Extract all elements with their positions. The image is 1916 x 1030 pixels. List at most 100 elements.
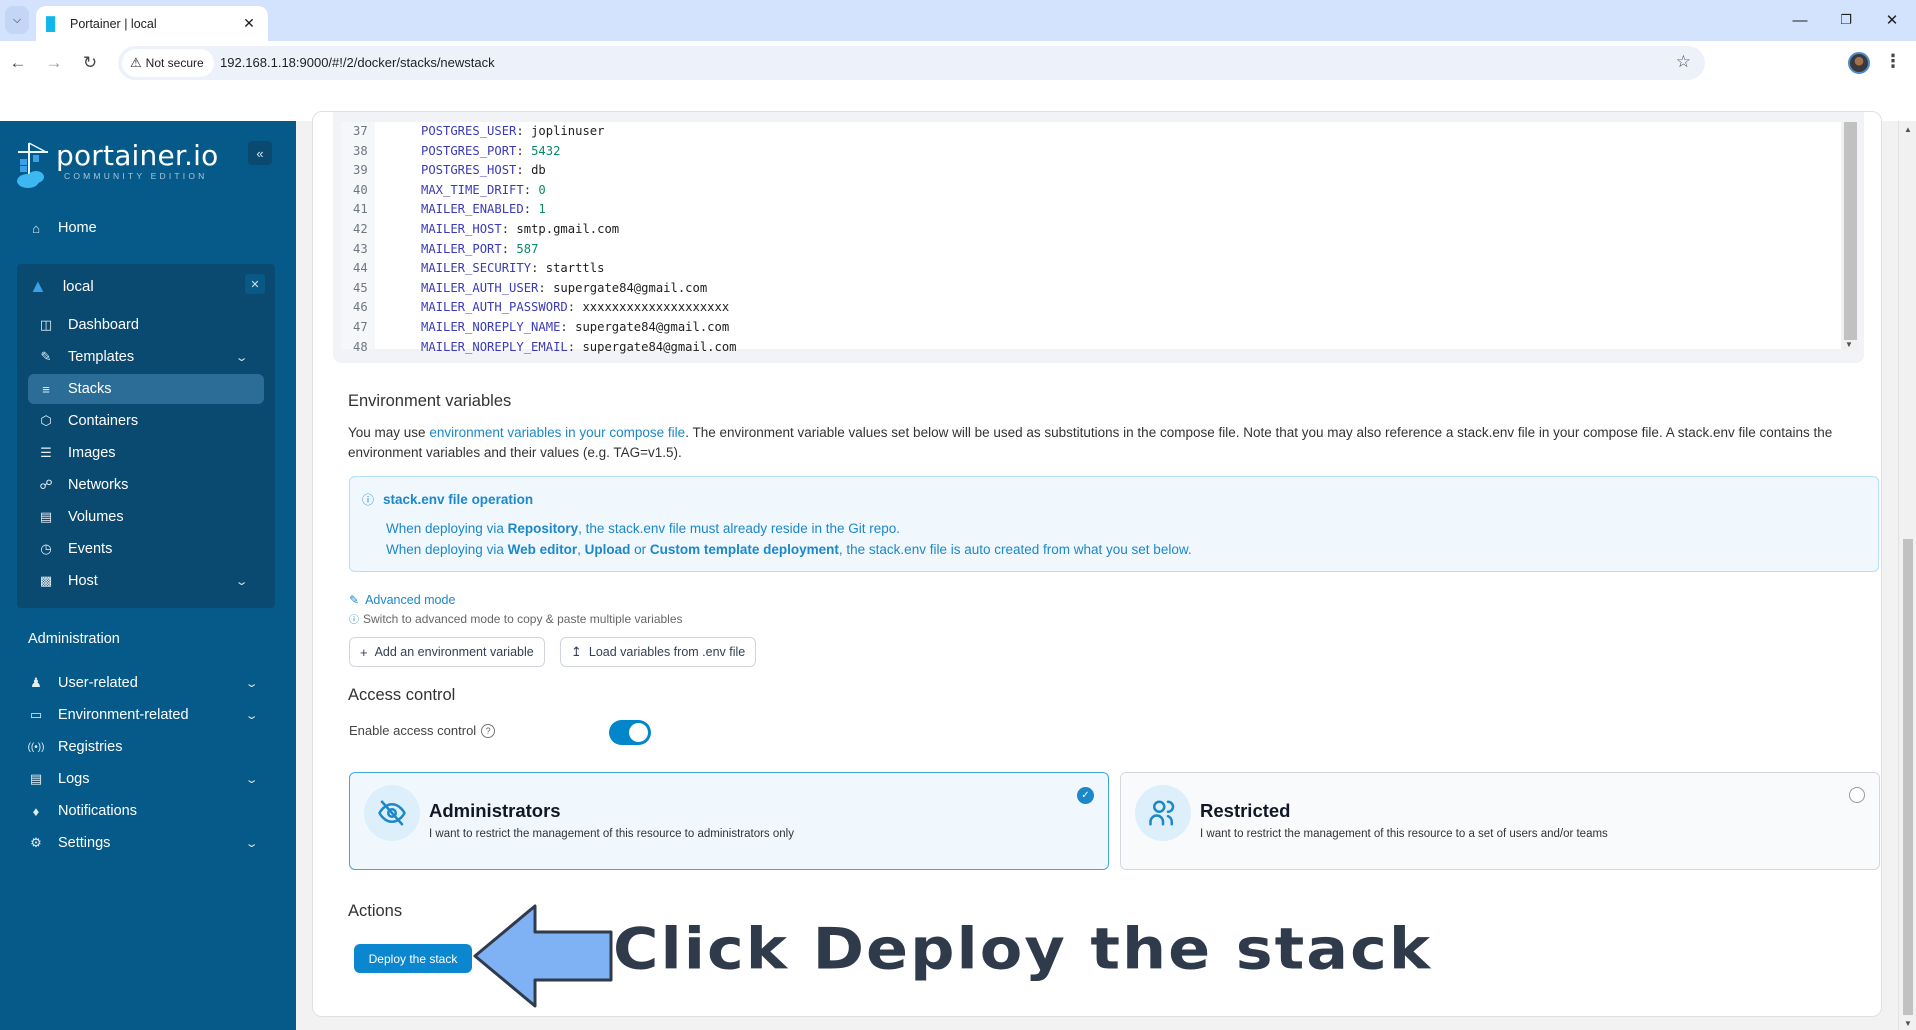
file-icon: ▤ xyxy=(29,771,43,786)
site-info-button[interactable]: ⚠ Not secure xyxy=(122,49,214,77)
add-env-variable-button[interactable]: + Add an environment variable xyxy=(349,637,545,667)
info-text: or xyxy=(630,542,650,557)
reload-button[interactable]: ↻ xyxy=(78,51,102,75)
advanced-mode-link[interactable]: ✎ Advanced mode xyxy=(349,593,455,607)
bookmark-star-icon[interactable]: ☆ xyxy=(1676,52,1691,72)
portainer-logo[interactable]: portainer.io COMMUNITY EDITION xyxy=(16,141,218,189)
scroll-down-arrow-icon[interactable]: ▼ xyxy=(1845,340,1853,349)
sidebar-item-networks[interactable]: ☍ Networks xyxy=(28,470,264,500)
sidebar-item-host[interactable]: ▩ Host ⌄ xyxy=(28,566,264,596)
code-line[interactable]: 42 MAILER_HOST: smtp.gmail.com xyxy=(341,220,619,240)
editor-scrollbar-thumb[interactable] xyxy=(1844,122,1857,340)
radio-button[interactable] xyxy=(1849,787,1865,803)
access-control-toggle[interactable] xyxy=(609,720,651,745)
browser-menu-icon[interactable]: ⋮ xyxy=(1884,51,1902,72)
url-text[interactable]: 192.168.1.18:9000/#!/2/docker/stacks/new… xyxy=(220,55,495,70)
edit-icon: ✎ xyxy=(349,593,360,607)
collapse-sidebar-button[interactable]: « xyxy=(248,141,272,165)
browser-tab-bar: ⌵ █ Portainer | local ✕ — ❐ ✕ xyxy=(0,0,1916,41)
sidebar-item-notifications[interactable]: ♦ Notifications xyxy=(28,799,264,823)
access-control-heading: Access control xyxy=(348,686,456,704)
code-line[interactable]: 40 MAX_TIME_DRIFT: 0 xyxy=(341,181,546,201)
browser-toolbar: ← → ↻ ⚠ Not secure 192.168.1.18:9000/#!/… xyxy=(0,41,1916,85)
code-line[interactable]: 46 MAILER_AUTH_PASSWORD: xxxxxxxxxxxxxxxx… xyxy=(341,298,729,318)
sidebar-item-settings[interactable]: ⚙ Settings ⌄ xyxy=(28,831,264,855)
chevron-down-icon[interactable]: ⌄ xyxy=(244,837,258,850)
tab-search-button[interactable]: ⌵ xyxy=(5,6,29,34)
access-option-administrators[interactable]: Administrators I want to restrict the ma… xyxy=(349,772,1109,870)
close-window-button[interactable]: ✕ xyxy=(1872,8,1912,32)
sidebar-item-volumes[interactable]: ▤ Volumes xyxy=(28,502,264,532)
sidebar-item-user-related[interactable]: ♟ User-related ⌄ xyxy=(28,671,264,695)
deploy-stack-button[interactable]: Deploy the stack xyxy=(354,944,472,973)
back-button[interactable]: ← xyxy=(6,51,30,75)
host-icon: ▩ xyxy=(39,573,53,588)
info-text: When deploying via xyxy=(386,521,508,536)
clear-environment-button[interactable]: ✕ xyxy=(245,274,265,294)
sidebar-item-dashboard[interactable]: ◫ Dashboard xyxy=(28,310,264,340)
info-text: , xyxy=(577,542,585,557)
minimize-window-button[interactable]: — xyxy=(1780,8,1820,32)
env-desc-prefix: You may use xyxy=(348,425,430,440)
edit-icon: ✎ xyxy=(40,349,52,364)
advanced-mode-hint: ⓘ Switch to advanced mode to copy & past… xyxy=(349,611,683,627)
sidebar-item-registries[interactable]: ((•)) Registries xyxy=(28,735,264,759)
advanced-mode-label: Advanced mode xyxy=(365,593,456,607)
scroll-down-arrow-icon[interactable]: ▼ xyxy=(1904,1019,1912,1028)
sidebar-item-templates[interactable]: ✎ Templates ⌄ xyxy=(28,342,264,372)
code-line[interactable]: 38 POSTGRES_PORT: 5432 xyxy=(341,142,560,162)
code-text: MAILER_NOREPLY_NAME: supergate84@gmail.c… xyxy=(421,318,729,338)
chevron-down-icon[interactable]: ⌄ xyxy=(244,677,258,690)
sidebar-item-containers[interactable]: ⬡ Containers xyxy=(28,406,264,436)
code-line[interactable]: 47 MAILER_NOREPLY_NAME: supergate84@gmail… xyxy=(341,318,729,338)
compose-editor-container: 37 POSTGRES_USER: joplinuser 38 POSTGRES_PO… xyxy=(333,112,1864,363)
sidebar-item-home[interactable]: ⌂ Home xyxy=(28,216,264,240)
line-number: 46 xyxy=(353,300,368,315)
page-scrollbar[interactable]: ▲ ▼ xyxy=(1898,121,1916,1030)
editor-scrollbar[interactable]: ▼ xyxy=(1841,122,1858,349)
yaml-colon: : xyxy=(523,202,539,217)
sidebar-item-events[interactable]: ◷ Events xyxy=(28,534,264,564)
address-bar[interactable]: ⚠ Not secure 192.168.1.18:9000/#!/2/dock… xyxy=(118,46,1705,80)
yaml-key: POSTGRES_PORT xyxy=(421,143,517,158)
arrow-right-icon: → xyxy=(45,53,63,72)
logo-edition: COMMUNITY EDITION xyxy=(64,171,208,181)
yaml-colon: : xyxy=(538,280,554,295)
code-line[interactable]: 43 MAILER_PORT: 587 xyxy=(341,240,538,260)
tab-close-icon[interactable]: ✕ xyxy=(238,13,260,35)
chevron-down-icon[interactable]: ⌄ xyxy=(234,575,248,588)
code-line[interactable]: 45 MAILER_AUTH_USER: supergate84@gmail.co… xyxy=(341,279,707,299)
forward-button[interactable]: → xyxy=(42,51,66,75)
yaml-value: 5432 xyxy=(531,143,561,158)
yaml-key: MAILER_NOREPLY_EMAIL xyxy=(421,339,568,354)
code-line[interactable]: 41 MAILER_ENABLED: 1 xyxy=(341,200,546,220)
code-line[interactable]: 44 MAILER_SECURITY: starttls xyxy=(341,259,604,279)
chevron-down-icon[interactable]: ⌄ xyxy=(244,773,258,786)
annotation-arrow-left-icon xyxy=(473,904,613,1008)
compose-editor[interactable]: 37 POSTGRES_USER: joplinuser 38 POSTGRES_PO… xyxy=(341,122,1841,354)
yaml-value: smtp.gmail.com xyxy=(516,222,620,236)
sidebar-item-stacks[interactable]: ≡ Stacks xyxy=(28,374,264,404)
scroll-up-arrow-icon[interactable]: ▲ xyxy=(1904,125,1912,134)
load-env-file-button[interactable]: ↥ Load variables from .env file xyxy=(560,637,757,667)
yaml-colon: : xyxy=(567,339,583,354)
info-bold: Upload xyxy=(584,542,631,557)
help-icon[interactable]: ? xyxy=(481,723,496,738)
chevron-down-icon[interactable]: ⌄ xyxy=(234,351,248,364)
line-number: 45 xyxy=(353,280,368,295)
restore-window-button[interactable]: ❐ xyxy=(1826,8,1866,32)
sidebar-item-images[interactable]: ☰ Images xyxy=(28,438,264,468)
code-line[interactable]: 39 POSTGRES_HOST: db xyxy=(341,161,546,181)
code-line[interactable]: 48 MAILER_NOREPLY_EMAIL: supergate84@gmai… xyxy=(341,338,737,358)
browser-tab[interactable]: █ Portainer | local ✕ xyxy=(36,6,268,41)
chevron-down-icon[interactable]: ⌄ xyxy=(244,709,258,722)
access-option-restricted[interactable]: Restricted I want to restrict the manage… xyxy=(1120,772,1880,870)
sidebar-item-environment-related[interactable]: ▭ Environment-related ⌄ xyxy=(28,703,264,727)
code-line[interactable]: 37 POSTGRES_USER: joplinuser xyxy=(341,122,604,142)
eye-off-icon xyxy=(364,785,420,841)
sidebar-item-logs[interactable]: ▤ Logs ⌄ xyxy=(28,767,264,791)
page-scrollbar-thumb[interactable] xyxy=(1903,539,1913,1015)
info-bold: Web editor xyxy=(507,542,578,557)
env-vars-docs-link[interactable]: environment variables in your compose fi… xyxy=(429,425,685,440)
profile-avatar[interactable] xyxy=(1848,52,1870,74)
